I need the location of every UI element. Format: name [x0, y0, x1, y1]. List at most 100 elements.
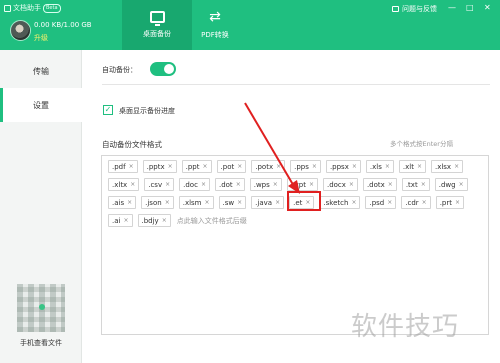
divider	[102, 84, 490, 85]
remove-chip-icon[interactable]: ×	[352, 163, 357, 170]
format-chip: .sketch ×	[319, 196, 361, 209]
show-progress-checkbox[interactable]: ✓	[103, 105, 113, 115]
format-chip-label: .java	[255, 198, 273, 207]
remove-chip-icon[interactable]: ×	[237, 199, 242, 206]
remove-chip-icon[interactable]: ×	[236, 181, 241, 188]
format-chip: .ais ×	[108, 196, 137, 209]
format-chip-label: .doc	[183, 180, 198, 189]
remove-chip-icon[interactable]: ×	[422, 199, 427, 206]
remove-chip-icon[interactable]: ×	[205, 199, 210, 206]
minimize-button[interactable]: —	[448, 3, 456, 12]
remove-chip-icon[interactable]: ×	[237, 163, 242, 170]
remove-chip-icon[interactable]: ×	[123, 217, 128, 224]
remove-chip-icon[interactable]: ×	[349, 181, 354, 188]
format-chip-label: .cdr	[405, 198, 419, 207]
remove-chip-icon[interactable]: ×	[385, 163, 390, 170]
sidebar-item-transfer[interactable]: 传输	[0, 54, 82, 88]
remove-chip-icon[interactable]: ×	[127, 199, 132, 206]
format-chip: .wpt ×	[286, 178, 318, 191]
format-chip: .xls ×	[365, 160, 394, 173]
help-feedback-button[interactable]: 问题与反馈	[392, 4, 437, 14]
avatar[interactable]	[10, 20, 31, 41]
remove-chip-icon[interactable]: ×	[455, 199, 460, 206]
remove-chip-icon[interactable]: ×	[421, 181, 426, 188]
app-title: 文档助手	[13, 4, 41, 12]
format-chip-label: .xlsm	[182, 198, 202, 207]
format-chip: .xltx ×	[108, 178, 140, 191]
sidebar: 传输 设置 手机查看文件	[0, 50, 82, 363]
maximize-button[interactable]: □	[466, 3, 474, 12]
format-chip-label: .ais	[112, 198, 125, 207]
remove-chip-icon[interactable]: ×	[273, 181, 278, 188]
format-chip-label: .psd	[369, 198, 385, 207]
remove-chip-icon[interactable]: ×	[203, 163, 208, 170]
monitor-icon	[149, 11, 165, 26]
close-button[interactable]: ✕	[484, 3, 491, 12]
watermark: 软件技巧	[351, 312, 460, 342]
remove-chip-icon[interactable]: ×	[309, 181, 314, 188]
app-logo-icon	[4, 4, 11, 12]
beta-badge: Beta	[43, 3, 61, 13]
pdf-convert-icon: ⇄	[209, 9, 221, 25]
remove-chip-icon[interactable]: ×	[129, 163, 134, 170]
remove-chip-icon[interactable]: ×	[454, 163, 459, 170]
remove-chip-icon[interactable]: ×	[165, 181, 170, 188]
show-progress-label: 桌面显示备份进度	[119, 107, 175, 115]
remove-chip-icon[interactable]: ×	[130, 181, 135, 188]
format-chip: .pdf ×	[108, 160, 138, 173]
remove-chip-icon[interactable]: ×	[388, 181, 393, 188]
format-chip: .docx ×	[322, 178, 358, 191]
format-chip: .pptx ×	[142, 160, 177, 173]
format-chip: .json ×	[141, 196, 174, 209]
auto-backup-toggle[interactable]	[150, 62, 176, 76]
remove-chip-icon[interactable]: ×	[275, 199, 280, 206]
tab-label: 桌面备份	[143, 30, 171, 38]
remove-chip-icon[interactable]: ×	[276, 163, 281, 170]
remove-chip-icon[interactable]: ×	[168, 163, 173, 170]
format-chip: .sw ×	[218, 196, 247, 209]
format-chip-label: .sw	[222, 198, 235, 207]
format-chip-label: .bdjy	[141, 216, 159, 225]
sidebar-item-label: 传输	[33, 66, 49, 76]
top-bar: 文档助手 Beta 0.00 KB/1.00 GB 升级 桌面备份 ⇄ PDF转…	[0, 0, 500, 50]
remove-chip-icon[interactable]: ×	[165, 199, 170, 206]
auto-backup-label: 自动备份：	[102, 66, 137, 74]
remove-chip-icon[interactable]: ×	[417, 163, 422, 170]
format-chip-label: .xlt	[402, 162, 414, 171]
remove-chip-icon[interactable]: ×	[162, 217, 167, 224]
format-chip: .pot ×	[216, 160, 247, 173]
format-chip: .cdr ×	[401, 196, 431, 209]
format-chip: .csv ×	[144, 178, 175, 191]
format-chip: .xlt ×	[398, 160, 426, 173]
format-chip-label: .csv	[148, 180, 163, 189]
format-chip-label: .pot	[220, 162, 235, 171]
storage-usage: 0.00 KB/1.00 GB	[34, 21, 92, 29]
format-hint: 多个格式按Enter分隔	[390, 140, 453, 148]
format-chip: .wps ×	[249, 178, 282, 191]
remove-chip-icon[interactable]: ×	[387, 199, 392, 206]
sidebar-item-settings[interactable]: 设置	[0, 88, 82, 122]
annotation-highlight-box	[287, 191, 321, 211]
remove-chip-icon[interactable]: ×	[312, 163, 317, 170]
upgrade-link[interactable]: 升级	[34, 33, 48, 43]
format-chip-label: .ppsx	[329, 162, 349, 171]
format-section-title: 自动备份文件格式	[102, 140, 162, 149]
format-chip: .prt ×	[435, 196, 465, 209]
format-chip: .txt ×	[401, 178, 430, 191]
format-chip: .java ×	[251, 196, 285, 209]
format-chip: .psd ×	[365, 196, 397, 209]
feedback-icon	[392, 6, 399, 12]
format-chip: .ppsx ×	[325, 160, 361, 173]
tab-label: PDF转换	[201, 31, 229, 39]
tab-pdf-convert[interactable]: ⇄ PDF转换	[180, 0, 250, 50]
format-chip-label: .prt	[439, 198, 452, 207]
remove-chip-icon[interactable]: ×	[351, 199, 356, 206]
format-chip-label: .json	[145, 198, 162, 207]
format-input-placeholder[interactable]: 点此输入文件格式后缀	[176, 214, 247, 227]
remove-chip-icon[interactable]: ×	[201, 181, 206, 188]
remove-chip-icon[interactable]: ×	[459, 181, 464, 188]
format-chip-label: .docx	[326, 180, 346, 189]
format-chip-label: .dot	[218, 180, 233, 189]
format-chip-label: .ppt	[185, 162, 200, 171]
format-chip: .dotx ×	[362, 178, 397, 191]
